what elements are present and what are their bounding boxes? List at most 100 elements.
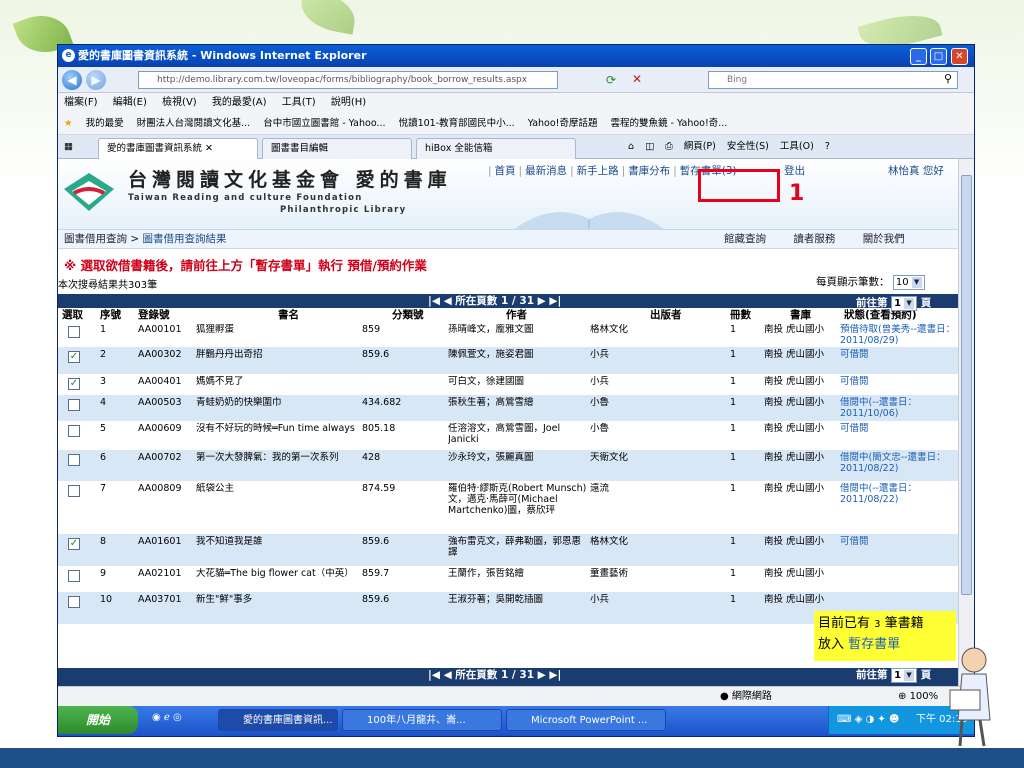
help-icon[interactable]: ? — [825, 141, 830, 152]
refresh-icon[interactable]: ⟳ — [606, 73, 616, 87]
home-icon[interactable]: ⌂ — [628, 141, 634, 152]
feed-icon[interactable]: ◫ — [645, 141, 654, 152]
cell-publisher: 小兵 — [590, 594, 610, 605]
select-checkbox[interactable] — [68, 485, 80, 497]
tab-catalog-edit[interactable]: 圖書書目編輯 — [262, 138, 412, 159]
page-select[interactable]: 1 ▼ — [891, 668, 918, 683]
favorite-item[interactable]: 財團法人台灣閱讀文化基... — [137, 118, 251, 129]
nav-home[interactable]: 首頁 — [492, 165, 519, 177]
ie-icon: e — [62, 49, 75, 62]
taskbar: 開始 ◉ ℯ ◎ 愛的書庫圖書資訊... 100年八月龍井、崙... Micro… — [58, 706, 974, 736]
nav-branches[interactable]: 書庫分布 — [625, 165, 673, 177]
cell-status[interactable]: 可借閱 — [840, 536, 956, 566]
safety-menu[interactable]: 安全性(S) — [727, 141, 769, 152]
cell-status[interactable] — [840, 568, 956, 592]
task-ie[interactable]: 愛的書庫圖書資訊... — [218, 709, 338, 731]
col-class: 分類號 — [392, 309, 424, 321]
menu-edit[interactable]: 編輯(E) — [113, 97, 147, 108]
select-checkbox[interactable] — [68, 326, 80, 338]
back-button[interactable]: ◀ — [62, 70, 82, 90]
forward-button[interactable]: ▶ — [86, 70, 106, 90]
per-page-select[interactable]: 10 ▼ — [892, 275, 925, 290]
select-checkbox[interactable]: ✓ — [68, 538, 80, 550]
table-row: 1 AA00101 狐狸孵蛋 859 孫晴峰文，龐雅文圖 格林文化 1 南投 虎山國小 預借待取… — [58, 322, 958, 347]
select-checkbox[interactable]: ✓ — [68, 351, 80, 363]
site-subtitle-2: Philanthropic Library — [280, 205, 407, 215]
quick-launch-icon[interactable]: ◉ ℯ ◎ — [152, 712, 182, 723]
tab-library[interactable]: 愛的書庫圖書資訊系統 ✕ — [98, 138, 258, 159]
site-subtitle: Taiwan Reading and culture Foundation — [128, 193, 363, 203]
menu-file[interactable]: 檔案(F) — [64, 97, 98, 108]
cell-author: 陳佩萱文，施姿君圖 — [448, 349, 534, 360]
tab-hibox[interactable]: hiBox 全能信箱 — [416, 138, 576, 159]
print-icon[interactable]: ⎙ — [665, 141, 673, 152]
cell-no: 8 — [100, 536, 107, 547]
cell-status[interactable]: 借閱中(--還書日：2011/08/22) — [840, 483, 956, 534]
chevron-down-icon: ▼ — [911, 276, 922, 288]
menu-favorites[interactable]: 我的最愛(A) — [212, 97, 267, 108]
task-powerpoint[interactable]: Microsoft PowerPoint ... — [506, 709, 666, 731]
menu-tools[interactable]: 工具(T) — [282, 97, 316, 108]
start-button[interactable]: 開始 — [58, 706, 138, 734]
close-tab-icon[interactable]: ✕ — [205, 143, 213, 154]
close-button[interactable]: ✕ — [951, 48, 968, 65]
favorite-item[interactable]: 雲程的雙魚鏡 - Yahoo!奇... — [611, 118, 728, 129]
select-checkbox[interactable]: ✓ — [68, 378, 80, 390]
breadcrumb-root[interactable]: 圖書借用查詢 — [64, 233, 127, 245]
cell-status[interactable]: 借閱中(簡文忠--還書日：2011/08/22) — [840, 452, 956, 481]
select-checkbox[interactable] — [68, 454, 80, 466]
cell-status[interactable]: 可借閱 — [840, 376, 956, 395]
grid-icon[interactable]: ▦ — [64, 135, 73, 159]
select-checkbox[interactable] — [68, 570, 80, 582]
cell-status[interactable]: 可借閱 — [840, 349, 956, 374]
cell-status[interactable]: 可借閱 — [840, 423, 956, 450]
favorite-item[interactable]: 台中市國立圖書館 - Yahoo... — [263, 118, 385, 129]
pager-text[interactable]: |◀ ◀ 所在頁數 1 / 31 ▶ ▶| — [428, 294, 561, 308]
zoom-control[interactable]: ⊕ 100% — [898, 687, 938, 707]
nav-reader-services[interactable]: 讀者服務 — [793, 233, 835, 245]
nav-guide[interactable]: 新手上路 — [574, 165, 622, 177]
nav-about[interactable]: 關於我們 — [863, 233, 905, 245]
menu-help[interactable]: 說明(H) — [331, 97, 366, 108]
scroll-thumb[interactable] — [961, 175, 972, 595]
cell-title: 胖鶴丹丹出奇招 — [196, 349, 263, 360]
table-row: 4 AA00503 青蛙奶奶的快樂圍巾 434.682 張秋生著；高鶯雪繪 小魯 1 南投 虎… — [58, 395, 958, 421]
cell-status[interactable]: 借閱中(--還書日：2011/10/06) — [840, 397, 956, 421]
breadcrumb-current[interactable]: 圖書借用查詢結果 — [143, 233, 227, 245]
page-jump-top: 前往第 1 ▼ 頁 — [856, 294, 956, 322]
cell-no: 2 — [100, 349, 107, 360]
vertical-scrollbar[interactable] — [958, 159, 974, 686]
goto-label: 前往第 — [856, 297, 888, 309]
cell-title: 媽媽不見了 — [196, 376, 244, 387]
cell-reg: AA00503 — [138, 397, 182, 408]
search-input[interactable]: Bing — [708, 71, 958, 89]
nav-news[interactable]: 最新消息 — [522, 165, 570, 177]
favorite-item[interactable]: 我的最愛 — [86, 118, 124, 129]
favorite-item[interactable]: 悅讀101-教育部國民中小... — [399, 118, 515, 129]
col-reg: 登錄號 — [138, 309, 170, 321]
maximize-button[interactable]: □ — [930, 48, 947, 65]
url-input[interactable]: http://demo.library.com.tw/loveopac/form… — [138, 71, 558, 89]
select-checkbox[interactable] — [68, 425, 80, 437]
tools-menu[interactable]: 工具(O) — [780, 141, 814, 152]
per-page-label: 每頁顯示筆數： — [816, 276, 890, 288]
favorite-item[interactable]: Yahoo!奇摩話題 — [528, 118, 598, 129]
menu-view[interactable]: 檢視(V) — [162, 97, 197, 108]
tray-icons[interactable]: ⌨ ◈ ◑ ✦ ☻ — [837, 706, 899, 734]
star-icon: ★ — [64, 118, 73, 129]
pager-text[interactable]: |◀ ◀ 所在頁數 1 / 31 ▶ ▶| — [428, 668, 561, 682]
cell-no: 7 — [100, 483, 107, 494]
logout-link[interactable]: 登出 — [784, 163, 805, 178]
select-checkbox[interactable] — [68, 399, 80, 411]
nav-collection-search[interactable]: 館藏查詢 — [724, 233, 766, 245]
stop-icon[interactable]: ✕ — [632, 72, 642, 86]
page-menu[interactable]: 網頁(P) — [684, 141, 716, 152]
minimize-button[interactable]: _ — [910, 48, 927, 65]
breadcrumb-separator: > — [130, 233, 140, 245]
task-folder[interactable]: 100年八月龍井、崙... — [342, 709, 502, 731]
page-select[interactable]: 1 ▼ — [891, 296, 918, 311]
callout-booklist-link[interactable]: 暫存書單 — [848, 637, 900, 652]
search-icon[interactable]: ⚲ — [944, 72, 952, 85]
select-checkbox[interactable] — [68, 596, 80, 608]
cell-status[interactable]: 預借待取(曾美秀--還書日：2011/08/29) — [840, 324, 956, 347]
